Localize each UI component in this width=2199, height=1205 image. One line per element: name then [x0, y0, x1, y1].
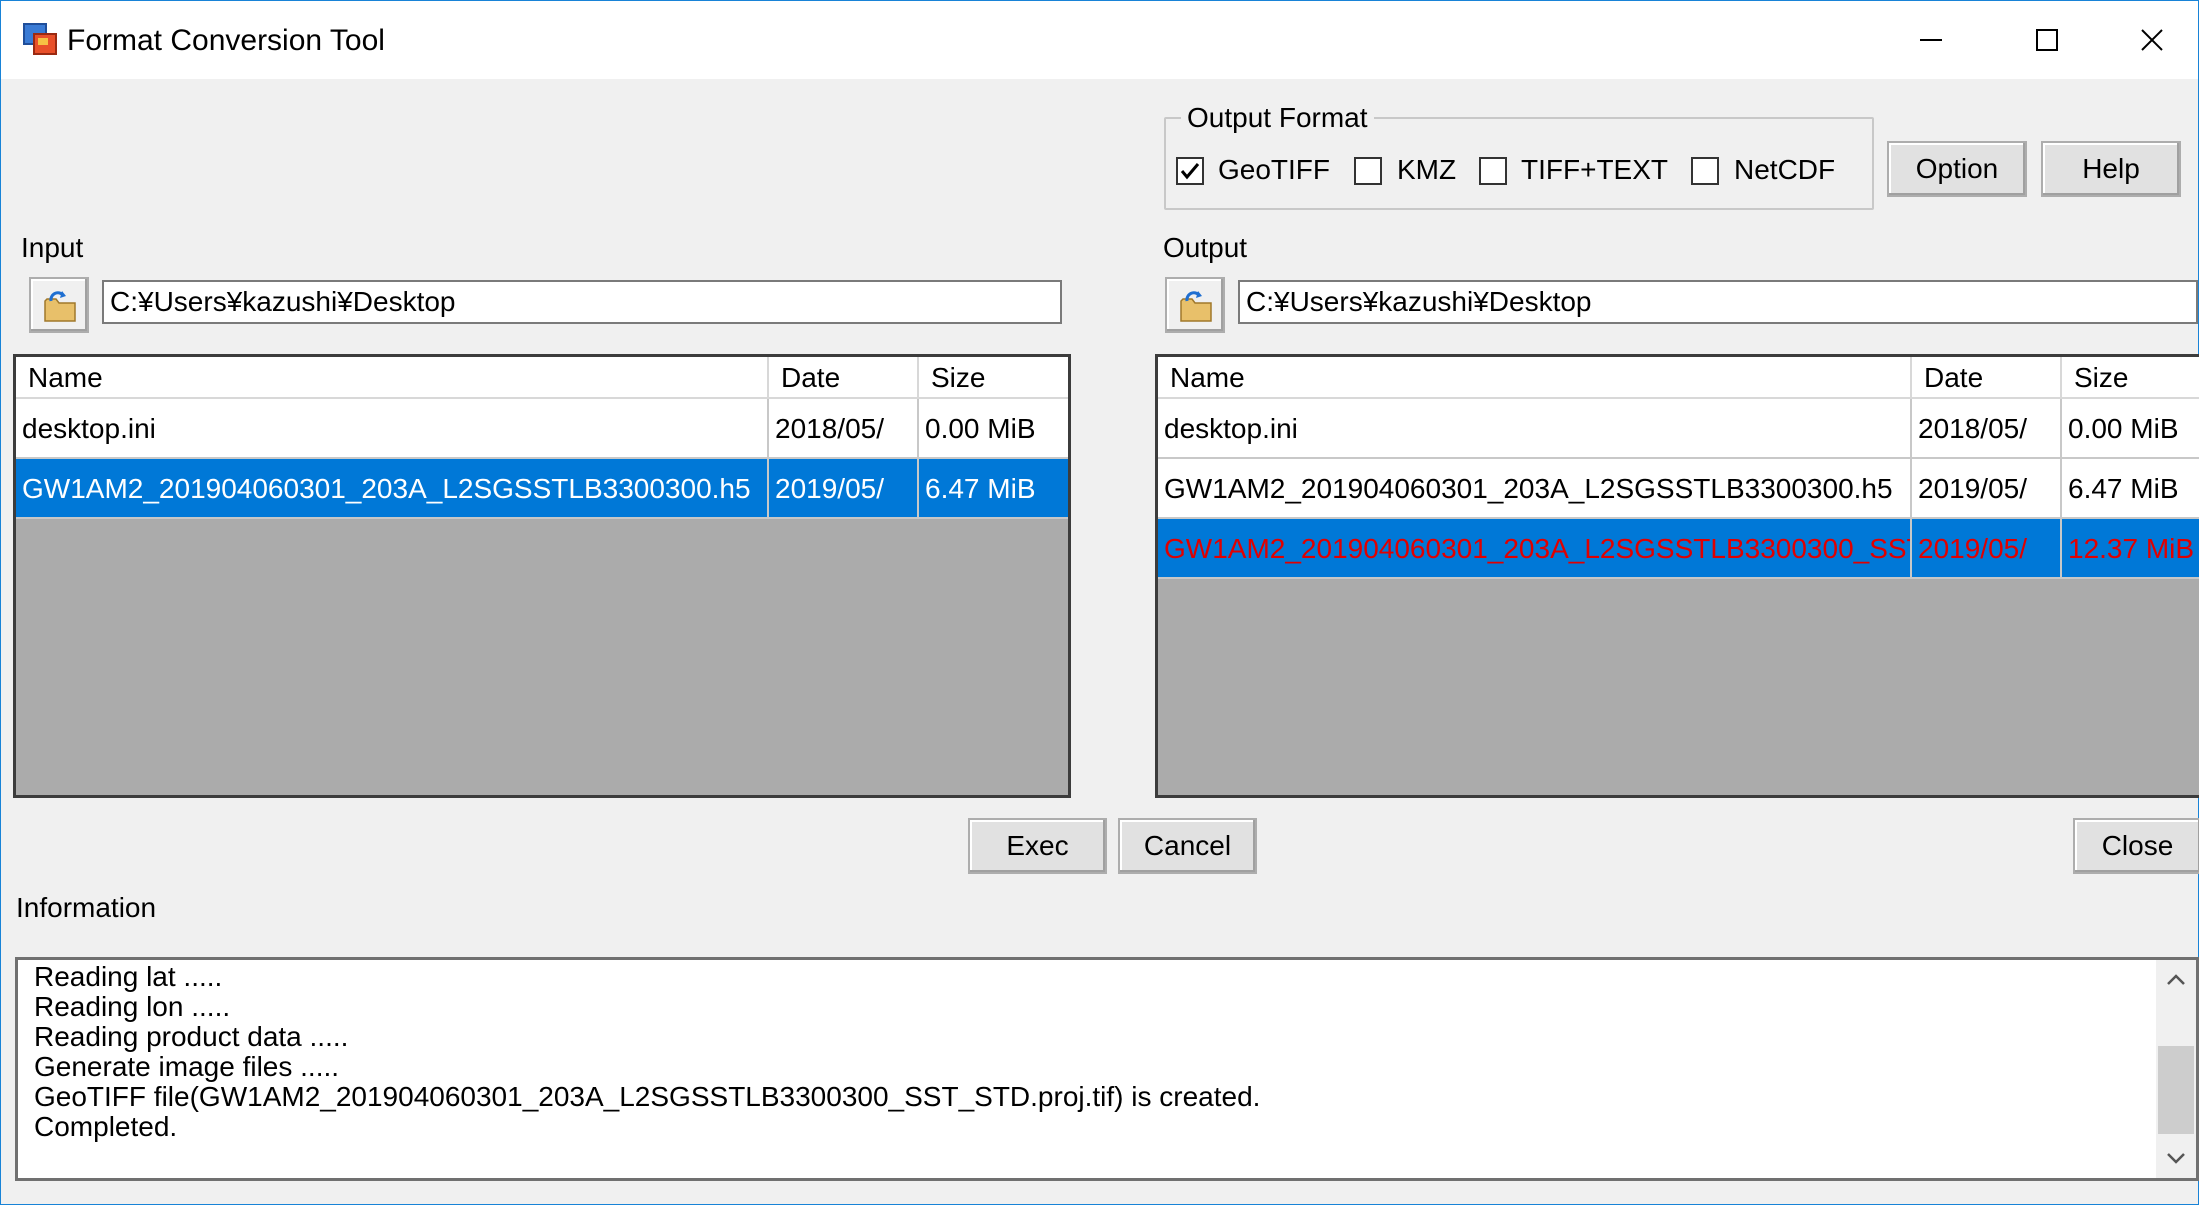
help-button[interactable]: Help	[2041, 141, 2181, 197]
netcdf-label[interactable]: NetCDF	[1734, 153, 1835, 187]
file-size: 6.47 MiB	[2062, 459, 2199, 519]
file-date: 2019/05/	[1912, 519, 2062, 579]
file-name: desktop.ini	[16, 399, 769, 459]
file-size: 0.00 MiB	[919, 399, 1068, 459]
scroll-up-button[interactable]	[2156, 960, 2196, 1000]
close-icon	[2140, 29, 2163, 51]
close-button[interactable]: Close	[2073, 818, 2199, 874]
minimize-icon	[1920, 39, 1942, 41]
log-line: Reading product data .....	[34, 1021, 349, 1052]
input-column-size[interactable]: Size	[919, 357, 1068, 399]
close-window-button[interactable]	[2105, 1, 2198, 79]
output-label: Output	[1163, 232, 1248, 263]
option-button[interactable]: Option	[1887, 141, 2027, 197]
kmz-label[interactable]: KMZ	[1397, 153, 1456, 187]
output-row[interactable]: GW1AM2_201904060301_203A_L2SGSSTLB330030…	[1158, 459, 2199, 519]
output-row-selected[interactable]: GW1AM2_201904060301_203A_L2SGSSTLB330030…	[1158, 519, 2199, 579]
maximize-button[interactable]	[1989, 1, 2105, 79]
input-list-header: Name Date Size	[16, 357, 1068, 399]
log-line: Generate image files .....	[34, 1051, 340, 1082]
window-title: Format Conversion Tool	[67, 24, 385, 57]
input-column-name[interactable]: Name	[16, 357, 769, 399]
tiff-text-checkbox[interactable]	[1479, 157, 1507, 185]
scroll-thumb[interactable]	[2158, 1046, 2194, 1134]
vertical-scrollbar[interactable]	[2156, 960, 2196, 1178]
information-label: Information	[16, 892, 157, 923]
output-path-field[interactable]	[1238, 280, 2198, 324]
chevron-down-icon	[2167, 1153, 2185, 1164]
information-textarea[interactable]: Reading lat ..... Reading lon ..... Read…	[15, 957, 2199, 1181]
file-name: desktop.ini	[1158, 399, 1912, 459]
input-label: Input	[21, 232, 84, 263]
log-line: Reading lat .....	[34, 961, 223, 992]
output-column-date[interactable]: Date	[1912, 357, 2062, 399]
file-name: GW1AM2_201904060301_203A_L2SGSSTLB330030…	[1158, 459, 1912, 519]
minimize-button[interactable]	[1873, 1, 1989, 79]
geotiff-checkbox[interactable]	[1176, 157, 1204, 185]
netcdf-checkbox[interactable]	[1691, 157, 1719, 185]
geotiff-label[interactable]: GeoTIFF	[1218, 153, 1330, 187]
file-size: 6.47 MiB	[919, 459, 1068, 519]
checkmark-icon	[1180, 163, 1200, 180]
input-column-date[interactable]: Date	[769, 357, 919, 399]
folder-icon	[1180, 291, 1212, 322]
output-column-size[interactable]: Size	[2062, 357, 2199, 399]
log-line: GeoTIFF file(GW1AM2_201904060301_203A_L2…	[34, 1081, 1261, 1112]
chevron-up-icon	[2167, 974, 2185, 985]
scroll-down-button[interactable]	[2156, 1138, 2196, 1178]
file-date: 2019/05/	[769, 459, 919, 519]
input-file-list[interactable]: Name Date Size desktop.ini 2018/05/ 0.00…	[13, 354, 1071, 798]
exec-button[interactable]: Exec	[968, 818, 1107, 874]
title-bar[interactable]: Format Conversion Tool	[1, 1, 2198, 79]
file-date: 2019/05/	[1912, 459, 2062, 519]
output-file-list[interactable]: Name Date Size desktop.ini 2018/05/ 0.00…	[1155, 354, 2199, 798]
cancel-button[interactable]: Cancel	[1118, 818, 1257, 874]
output-row[interactable]: desktop.ini 2018/05/ 0.00 MiB	[1158, 399, 2199, 459]
file-name: GW1AM2_201904060301_203A_L2SGSSTLB330030…	[16, 459, 769, 519]
file-date: 2018/05/	[769, 399, 919, 459]
input-path-field[interactable]	[102, 280, 1062, 324]
tiff-text-label[interactable]: TIFF+TEXT	[1521, 153, 1668, 187]
file-size: 12.37 MiB	[2062, 519, 2199, 579]
file-name: GW1AM2_201904060301_203A_L2SGSSTLB330030…	[1158, 519, 1912, 579]
log-line: Reading lon .....	[34, 991, 231, 1022]
file-size: 0.00 MiB	[2062, 399, 2199, 459]
output-column-name[interactable]: Name	[1158, 357, 1912, 399]
folder-icon	[44, 291, 76, 322]
maximize-icon	[2036, 29, 2058, 51]
kmz-checkbox[interactable]	[1354, 157, 1382, 185]
app-icon	[23, 23, 57, 55]
main-window: Format Conversion Tool Output Format Geo…	[0, 0, 2199, 1205]
file-date: 2018/05/	[1912, 399, 2062, 459]
output-list-header: Name Date Size	[1158, 357, 2199, 399]
input-row-selected[interactable]: GW1AM2_201904060301_203A_L2SGSSTLB330030…	[16, 459, 1068, 519]
log-line: Completed.	[34, 1111, 178, 1142]
input-row[interactable]: desktop.ini 2018/05/ 0.00 MiB	[16, 399, 1068, 459]
output-browse-button[interactable]	[1165, 277, 1225, 333]
input-browse-button[interactable]	[29, 277, 89, 333]
output-format-title: Output Format	[1181, 101, 1374, 135]
